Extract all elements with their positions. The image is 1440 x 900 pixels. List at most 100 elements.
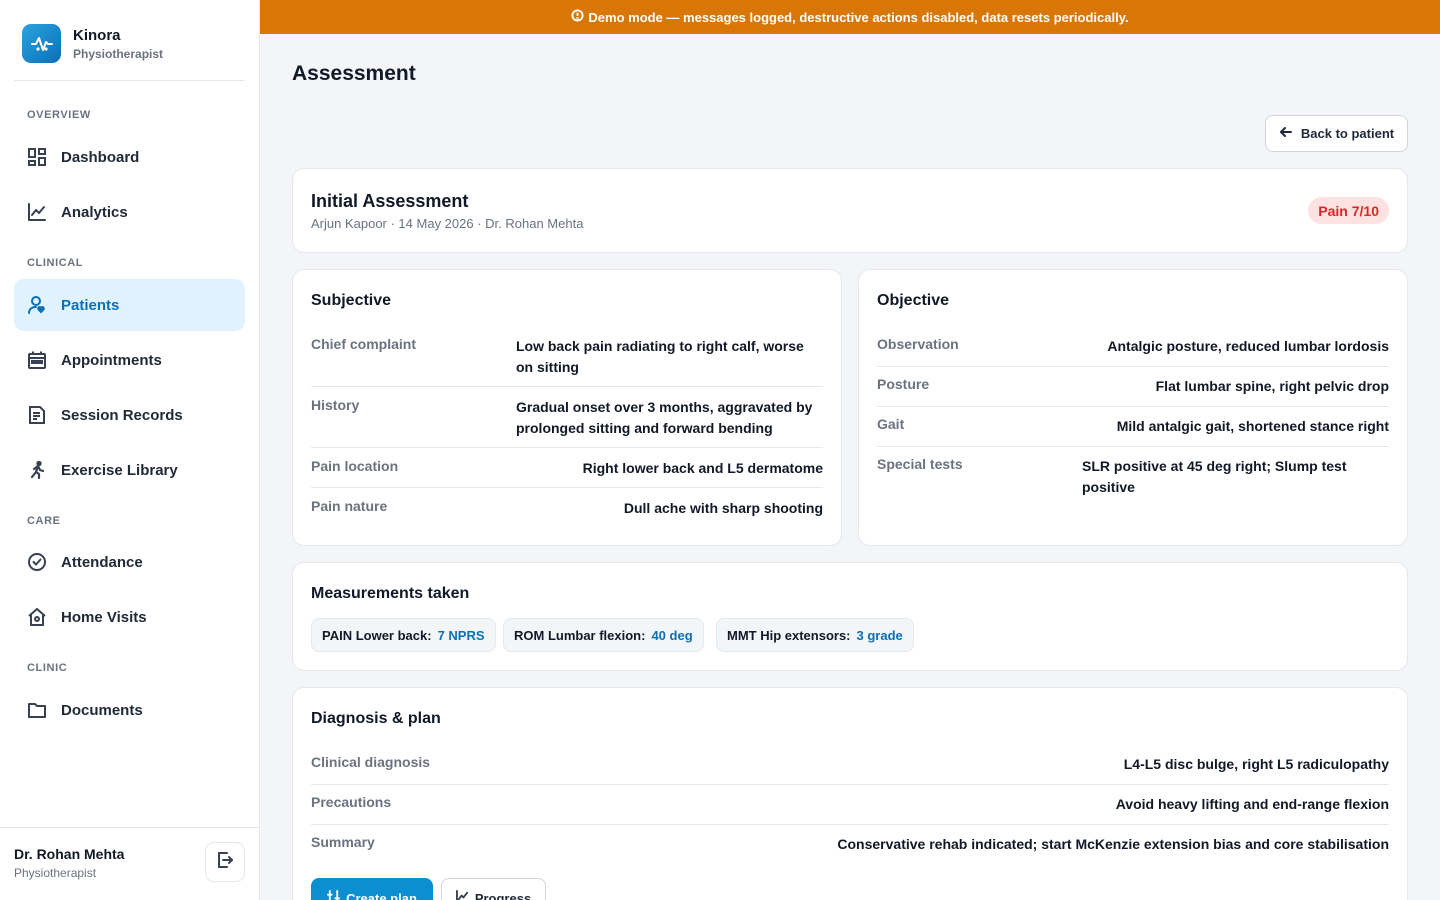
dashboard-icon xyxy=(27,147,47,167)
user-heart-icon xyxy=(27,295,47,315)
chip-value: 40 deg xyxy=(651,627,693,643)
subjective-row: Pain nature Dull ache with sharp shootin… xyxy=(311,498,823,519)
divider xyxy=(877,446,1389,447)
chip-value: 3 grade xyxy=(856,627,903,643)
brand[interactable]: Kinora Physiotherapist xyxy=(22,24,163,63)
objective-row: Gait Mild antalgic gait, shortened stanc… xyxy=(877,416,1389,437)
nav-label: Session Records xyxy=(61,406,183,424)
brand-role: Physiotherapist xyxy=(73,46,164,61)
measurement-chip: ROM Lumbar flexion: 40 deg xyxy=(503,618,704,652)
nav-label: Analytics xyxy=(61,203,128,221)
pulse-logo-icon xyxy=(22,24,61,63)
row-label: Chief complaint xyxy=(311,336,417,352)
nav-item-patients[interactable]: Patients xyxy=(14,279,245,331)
subjective-row: Chief complaint Low back pain radiating … xyxy=(311,336,823,378)
row-label: Observation xyxy=(877,336,959,352)
objective-row: Observation Antalgic posture, reduced lu… xyxy=(877,336,1389,357)
logout-button[interactable] xyxy=(205,842,245,882)
nav-label: Dashboard xyxy=(61,148,140,166)
user-name: Dr. Rohan Mehta xyxy=(14,846,125,862)
divider xyxy=(0,827,259,828)
row-label: Gait xyxy=(877,416,905,432)
divider xyxy=(311,386,823,387)
nav-item-documents[interactable]: Documents xyxy=(14,684,245,736)
diagnosis-card: Diagnosis & plan Clinical diagnosis L4-L… xyxy=(292,687,1408,900)
row-value: L4-L5 disc bulge, right L5 radiculopathy xyxy=(1123,756,1389,772)
row-label: Clinical diagnosis xyxy=(311,754,431,770)
nav-item-exercise-library[interactable]: Exercise Library xyxy=(14,444,245,496)
divider xyxy=(311,487,823,488)
divider xyxy=(877,366,1389,367)
row-label: Pain location xyxy=(311,458,399,474)
nav-item-session-records[interactable]: Session Records xyxy=(14,389,245,441)
row-label: Pain nature xyxy=(311,498,388,514)
nav-item-home-visits[interactable]: Home Visits xyxy=(14,591,245,643)
section-label-overview: OVERVIEW xyxy=(27,109,91,121)
chip-label: PAIN Lower back: xyxy=(322,627,432,643)
create-plan-label: Create plan xyxy=(346,890,417,900)
divider xyxy=(311,824,1389,825)
row-value: Low back pain radiating to right calf, w… xyxy=(516,338,804,375)
back-button-label: Back to patient xyxy=(1300,126,1395,141)
row-value: Avoid heavy lifting and end-range flexio… xyxy=(1115,796,1389,812)
measurement-chip: PAIN Lower back: 7 NPRS xyxy=(311,618,496,652)
row-value: Gradual onset over 3 months, aggravated … xyxy=(516,399,813,436)
objective-title: Objective xyxy=(877,292,950,309)
row-label: Precautions xyxy=(311,794,392,810)
assessment-header-card: Initial Assessment Arjun Kapoor · 14 May… xyxy=(292,168,1408,253)
running-person-icon xyxy=(27,460,47,480)
objective-row: Posture Flat lumbar spine, right pelvic … xyxy=(877,376,1389,397)
objective-row: Special tests SLR positive at 45 deg rig… xyxy=(877,456,1389,498)
line-chart-icon xyxy=(27,202,47,222)
section-label-clinical: CLINICAL xyxy=(27,257,84,269)
check-circle-icon xyxy=(27,552,47,572)
section-label-care: CARE xyxy=(27,515,61,527)
row-value: SLR positive at 45 deg right; Slump test… xyxy=(1082,458,1347,495)
row-label: Summary xyxy=(311,834,375,850)
row-value: Flat lumbar spine, right pelvic drop xyxy=(1155,378,1389,394)
pain-badge: Pain 7/10 xyxy=(1308,197,1389,224)
divider xyxy=(311,784,1389,785)
nav-item-dashboard[interactable]: Dashboard xyxy=(14,131,245,183)
chip-value: 7 NPRS xyxy=(437,627,485,643)
document-lines-icon xyxy=(27,405,47,425)
demo-mode-banner: Demo mode — messages logged, destructive… xyxy=(260,0,1440,34)
brand-name: Kinora xyxy=(73,26,121,44)
progress-label: Progress xyxy=(474,890,532,900)
nav-item-appointments[interactable]: Appointments xyxy=(14,334,245,386)
nav-item-analytics[interactable]: Analytics xyxy=(14,186,245,238)
measurements-card: Measurements taken PAIN Lower back: 7 NP… xyxy=(292,562,1408,671)
diagnosis-row: Clinical diagnosis L4-L5 disc bulge, rig… xyxy=(311,754,1389,775)
progress-button[interactable]: Progress xyxy=(441,878,546,900)
divider xyxy=(14,80,245,81)
diagnosis-row: Precautions Avoid heavy lifting and end-… xyxy=(311,794,1389,815)
nav-item-attendance[interactable]: Attendance xyxy=(14,536,245,588)
create-plan-button[interactable]: Create plan xyxy=(311,878,433,900)
objective-card: Objective Observation Antalgic posture, … xyxy=(858,269,1408,546)
assessment-meta: Arjun Kapoor · 14 May 2026 · Dr. Rohan M… xyxy=(311,216,584,231)
divider xyxy=(877,406,1389,407)
row-label: History xyxy=(311,397,360,413)
row-label: Posture xyxy=(877,376,930,392)
page-title: Assessment xyxy=(292,62,416,85)
row-label: Special tests xyxy=(877,456,963,472)
subjective-title: Subjective xyxy=(311,292,392,309)
home-icon xyxy=(27,607,47,627)
diagnosis-row: Summary Conservative rehab indicated; st… xyxy=(311,834,1389,855)
banner-text: Demo mode — messages logged, destructive… xyxy=(588,9,1129,25)
back-to-patient-button[interactable]: Back to patient xyxy=(1265,115,1408,152)
subjective-row: History Gradual onset over 3 months, agg… xyxy=(311,397,823,439)
nav-label: Patients xyxy=(61,296,120,314)
measurement-chip: MMT Hip extensors: 3 grade xyxy=(716,618,914,652)
subjective-card: Subjective Chief complaint Low back pain… xyxy=(292,269,842,546)
folder-icon xyxy=(27,700,47,720)
user-role: Physiotherapist xyxy=(14,866,97,880)
logout-icon xyxy=(216,851,234,874)
assessment-title: Initial Assessment xyxy=(311,191,469,211)
row-value: Right lower back and L5 dermatome xyxy=(582,460,823,476)
chip-label: MMT Hip extensors: xyxy=(727,627,851,643)
section-label-clinic: CLINIC xyxy=(27,662,68,674)
row-value: Mild antalgic gait, shortened stance rig… xyxy=(1116,418,1389,434)
row-value: Dull ache with sharp shooting xyxy=(623,500,823,516)
nav-label: Documents xyxy=(61,701,143,719)
